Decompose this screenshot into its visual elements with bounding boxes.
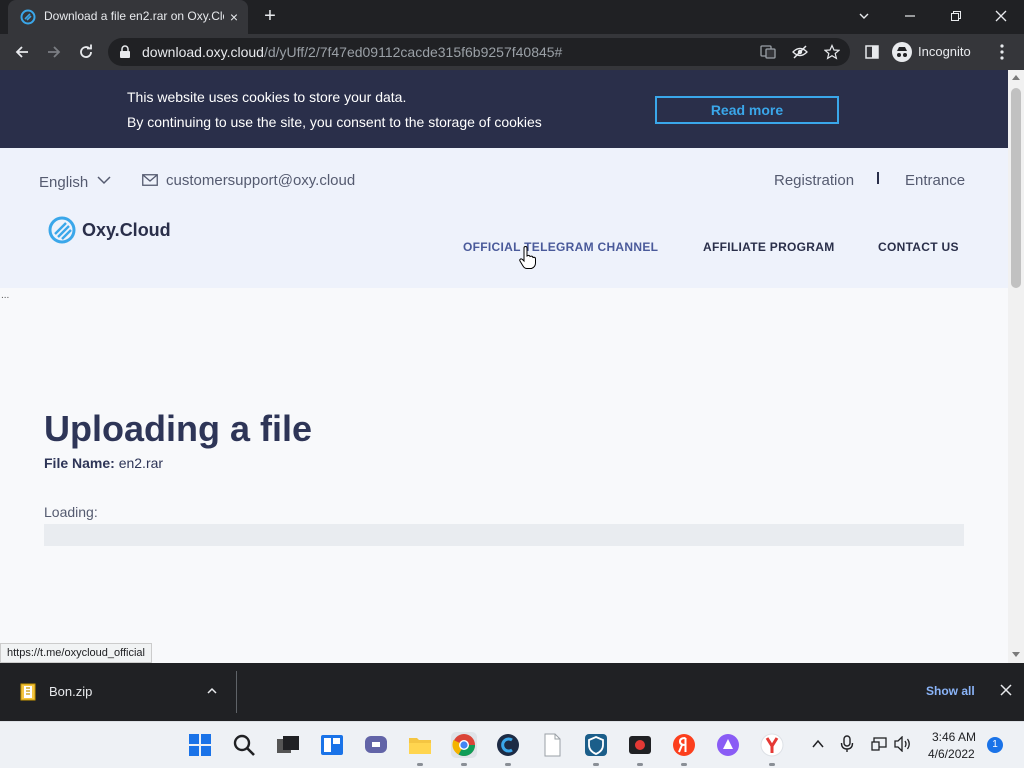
- scroll-down-arrow-icon[interactable]: [1012, 652, 1020, 658]
- url-host: download.oxy.cloud: [142, 44, 264, 60]
- nav-contact-us[interactable]: CONTACT US: [878, 240, 959, 254]
- new-tab-button[interactable]: +: [258, 5, 282, 29]
- clock-time[interactable]: 3:46 AM: [932, 730, 976, 744]
- registration-link[interactable]: Registration: [774, 172, 854, 189]
- zip-file-icon[interactable]: [20, 683, 36, 701]
- running-indicator: [593, 763, 599, 766]
- chevron-up-icon[interactable]: [811, 737, 825, 751]
- widgets-icon[interactable]: [319, 732, 345, 758]
- network-icon[interactable]: [871, 736, 887, 752]
- progress-bar: [44, 524, 964, 546]
- incognito-icon: [892, 42, 912, 62]
- browser-toolbar: download.oxy.cloud/d/yUff/2/7f47ed09112c…: [0, 34, 1024, 70]
- page-scrollbar[interactable]: [1008, 70, 1024, 663]
- chevron-up-icon[interactable]: [206, 685, 218, 697]
- menu-dots-icon[interactable]: [990, 40, 1014, 64]
- running-indicator: [461, 763, 467, 766]
- volume-icon[interactable]: [894, 736, 912, 752]
- oxycloud-favicon-icon: [20, 9, 36, 25]
- running-indicator: [637, 763, 643, 766]
- download-divider: [236, 671, 237, 713]
- tab-title: Download a file en2.rar on Oxy.Cloud: [44, 9, 224, 23]
- running-indicator: [505, 763, 511, 766]
- url-path: /d/yUff/2/7f47ed09112cacde315f6b9257f408…: [263, 44, 563, 60]
- nav-telegram-channel[interactable]: OFFICIAL TELEGRAM CHANNEL: [463, 240, 658, 254]
- notification-badge[interactable]: 1: [987, 737, 1003, 753]
- screen-recorder-icon[interactable]: [627, 732, 653, 758]
- ccleaner-icon[interactable]: [495, 732, 521, 758]
- chevron-down-icon[interactable]: [96, 172, 112, 188]
- url-text: download.oxy.cloud/d/yUff/2/7f47ed09112c…: [142, 44, 562, 60]
- loading-label: Loading:: [44, 504, 98, 520]
- tab-search-chevron-icon[interactable]: [842, 4, 886, 28]
- page-viewport: This website uses cookies to store your …: [0, 70, 1008, 663]
- tab-active[interactable]: Download a file en2.rar on Oxy.Cloud ×: [8, 0, 248, 34]
- oxycloud-logo-icon[interactable]: [48, 216, 76, 244]
- yandex-icon[interactable]: [671, 732, 697, 758]
- cookie-text-line1: This website uses cookies to store your …: [127, 89, 407, 105]
- tracking-blocked-eye-icon[interactable]: [792, 44, 808, 60]
- yandex-browser-icon[interactable]: [759, 732, 785, 758]
- translate-icon[interactable]: [760, 44, 776, 60]
- logo-text[interactable]: Oxy.Cloud: [82, 220, 171, 241]
- file-explorer-icon[interactable]: [407, 732, 433, 758]
- download-shelf: Bon.zip Show all: [0, 663, 1024, 721]
- tab-strip: Download a file en2.rar on Oxy.Cloud × +: [0, 0, 1024, 34]
- ellipsis-text: ...: [1, 290, 10, 301]
- language-selector[interactable]: English: [39, 174, 88, 191]
- lock-icon: [120, 45, 130, 58]
- reload-icon[interactable]: [74, 40, 98, 64]
- minimize-icon[interactable]: [888, 4, 932, 28]
- clock-date[interactable]: 4/6/2022: [928, 747, 975, 761]
- link-status-bubble: https://t.me/oxycloud_official: [0, 643, 152, 663]
- microphone-icon[interactable]: [840, 735, 854, 753]
- incognito-label: Incognito: [918, 44, 971, 59]
- search-icon[interactable]: [231, 732, 257, 758]
- bookmark-star-icon[interactable]: [824, 44, 840, 60]
- file-name-label: File Name:: [44, 455, 115, 471]
- nav-affiliate-program[interactable]: AFFILIATE PROGRAM: [703, 240, 835, 254]
- side-panel-icon[interactable]: [860, 40, 884, 64]
- cookie-banner: This website uses cookies to store your …: [0, 70, 1008, 148]
- support-email-link[interactable]: customersupport@oxy.cloud: [166, 172, 355, 189]
- running-indicator: [681, 763, 687, 766]
- windows-start-icon[interactable]: [187, 732, 213, 758]
- mail-icon: [142, 174, 158, 186]
- page-title: Uploading a file: [44, 408, 313, 449]
- restore-icon[interactable]: [934, 4, 978, 28]
- close-shelf-icon[interactable]: [998, 682, 1014, 698]
- header-divider: [877, 172, 879, 184]
- entrance-link[interactable]: Entrance: [905, 172, 965, 189]
- scroll-thumb[interactable]: [1011, 88, 1021, 288]
- file-name-value: en2.rar: [118, 455, 164, 471]
- show-all-button[interactable]: Show all: [926, 684, 975, 698]
- scroll-up-arrow-icon[interactable]: [1012, 74, 1020, 80]
- running-indicator: [417, 763, 423, 766]
- back-icon[interactable]: [10, 40, 34, 64]
- running-indicator: [769, 763, 775, 766]
- windows-taskbar: 3:46 AM 4/6/2022 1: [0, 721, 1024, 768]
- read-more-button[interactable]: Read more: [655, 96, 839, 124]
- cookie-text-line2: By continuing to use the site, you conse…: [127, 114, 542, 130]
- teams-chat-icon[interactable]: [363, 732, 389, 758]
- forward-icon[interactable]: [42, 40, 66, 64]
- blank-document-icon[interactable]: [539, 732, 565, 758]
- chrome-icon[interactable]: [451, 732, 477, 758]
- task-view-icon[interactable]: [275, 732, 301, 758]
- download-file-name[interactable]: Bon.zip: [49, 684, 92, 699]
- site-header: English customersupport@oxy.cloud Regist…: [0, 148, 1008, 288]
- close-window-icon[interactable]: [979, 4, 1023, 28]
- tab-close-icon[interactable]: ×: [226, 9, 242, 25]
- alice-assistant-icon[interactable]: [715, 732, 741, 758]
- defender-shield-icon[interactable]: [583, 732, 609, 758]
- hand-pointer-cursor-icon: [519, 246, 536, 269]
- file-name-row: File Name: en2.rar: [44, 455, 163, 471]
- incognito-badge[interactable]: Incognito: [888, 40, 982, 64]
- address-bar[interactable]: download.oxy.cloud/d/yUff/2/7f47ed09112c…: [108, 38, 850, 66]
